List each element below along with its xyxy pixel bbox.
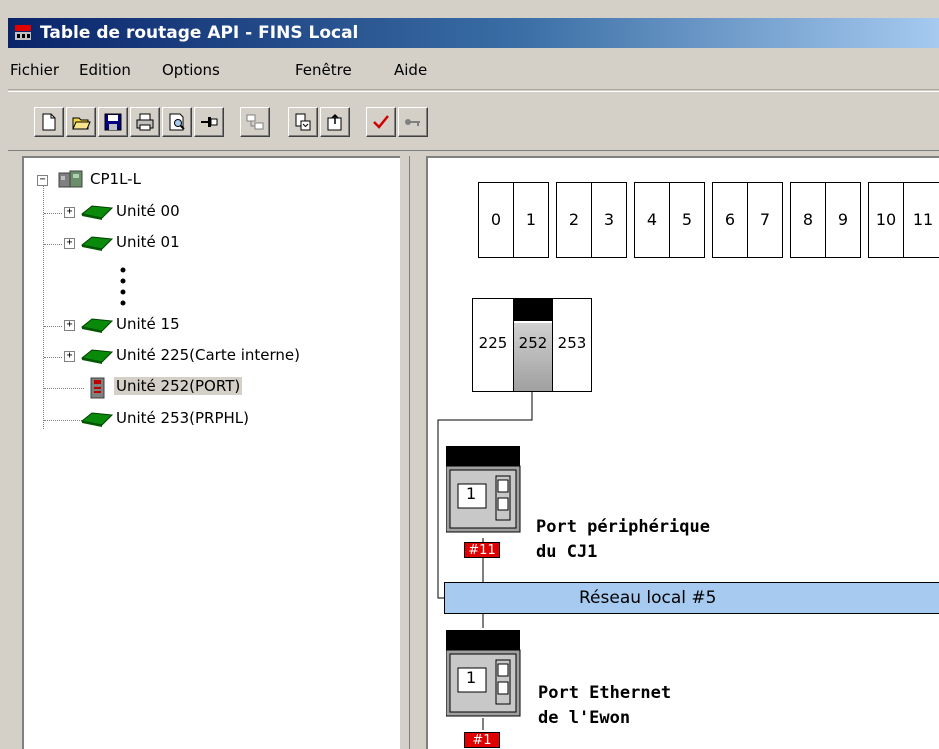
tree-line bbox=[44, 420, 84, 421]
tree-line bbox=[43, 181, 44, 429]
menu-aide[interactable]: Aide bbox=[394, 61, 427, 79]
app-icon[interactable] bbox=[14, 24, 32, 42]
tree-item-unite-15[interactable]: Unité 15 bbox=[116, 315, 180, 333]
ellipsis-icon bbox=[120, 267, 126, 306]
new-file-icon bbox=[42, 113, 56, 131]
menu-edition[interactable]: Edition bbox=[79, 61, 131, 79]
plc-bottom-label-2: de l'Ewon bbox=[538, 708, 631, 728]
save-icon bbox=[104, 113, 122, 131]
open-folder-icon bbox=[72, 117, 91, 130]
splitter-line bbox=[409, 156, 410, 749]
unit-icon bbox=[80, 412, 114, 427]
tree-line bbox=[44, 388, 84, 389]
window-title: Table de routage API - FINS Local bbox=[40, 23, 359, 43]
tree-item-unite-00[interactable]: Unité 00 bbox=[116, 202, 180, 220]
transfer-icon bbox=[246, 114, 264, 130]
download-icon bbox=[327, 113, 342, 131]
menu-bar: Fichier Edition Options Fenêtre Aide bbox=[8, 50, 939, 90]
upload-button[interactable] bbox=[288, 107, 318, 137]
port-icon bbox=[90, 377, 105, 399]
tree-item-unite-252[interactable]: Unité 252(PORT) bbox=[114, 377, 243, 395]
upload-icon bbox=[295, 113, 311, 131]
verify-button[interactable] bbox=[366, 107, 396, 137]
tree-line bbox=[44, 213, 62, 214]
tree-item-unite-225[interactable]: Unité 225(Carte interne) bbox=[116, 346, 300, 364]
key-button[interactable] bbox=[398, 107, 428, 137]
open-button[interactable] bbox=[66, 107, 96, 137]
unit-icon bbox=[80, 205, 114, 220]
expand-icon[interactable]: + bbox=[64, 207, 75, 218]
save-button[interactable] bbox=[98, 107, 128, 137]
plc-top-label-1: Port périphérique bbox=[536, 517, 710, 537]
menu-fenetre[interactable]: Fenêtre bbox=[295, 61, 352, 79]
key-icon bbox=[405, 119, 420, 126]
tree-view[interactable]: − CP1L-L + Unité 00 + Unité 01 + Unité 1… bbox=[22, 156, 400, 749]
plc-bottom-slot: 1 bbox=[466, 668, 477, 687]
transfer-button[interactable] bbox=[240, 107, 270, 137]
print-preview-button[interactable] bbox=[162, 107, 192, 137]
menu-fichier[interactable]: Fichier bbox=[10, 61, 59, 79]
routing-diagram[interactable]: 0 1 2 3 4 5 6 7 8 9 10 11 225 252 253 1 … bbox=[426, 156, 939, 749]
plc-bottom-badge: #1 bbox=[464, 732, 500, 748]
unit-icon bbox=[80, 349, 114, 364]
tree-line bbox=[44, 357, 62, 358]
plc-top-label-2: du CJ1 bbox=[536, 542, 598, 562]
pin-icon bbox=[201, 117, 218, 127]
collapse-icon[interactable]: − bbox=[37, 175, 48, 186]
tree-item-unite-01[interactable]: Unité 01 bbox=[116, 233, 180, 251]
pin-button[interactable] bbox=[194, 107, 224, 137]
tree-root-label[interactable]: CP1L-L bbox=[90, 170, 141, 188]
plc-top-badge: #11 bbox=[464, 542, 500, 558]
new-button[interactable] bbox=[34, 107, 64, 137]
plc-bottom-icon[interactable] bbox=[446, 630, 522, 718]
tree-line bbox=[44, 244, 62, 245]
menu-options[interactable]: Options bbox=[162, 61, 220, 79]
expand-icon[interactable]: + bbox=[64, 351, 75, 362]
print-preview-icon bbox=[169, 113, 185, 131]
title-bar: Table de routage API - FINS Local bbox=[8, 18, 939, 48]
toolbar bbox=[8, 91, 939, 151]
plc-top-slot: 1 bbox=[466, 484, 477, 503]
print-icon bbox=[136, 113, 154, 131]
pane-splitter[interactable] bbox=[400, 156, 426, 749]
check-icon bbox=[373, 115, 389, 129]
tree-item-unite-253[interactable]: Unité 253(PRPHL) bbox=[116, 409, 249, 427]
unit-icon bbox=[80, 318, 114, 333]
network-bar[interactable]: Réseau local #5 bbox=[444, 582, 939, 614]
plc-bottom-label-1: Port Ethernet bbox=[538, 683, 672, 703]
expand-icon[interactable]: + bbox=[64, 238, 75, 249]
tree-line bbox=[44, 326, 62, 327]
plc-icon bbox=[58, 170, 83, 188]
download-button[interactable] bbox=[320, 107, 350, 137]
unit-icon bbox=[80, 236, 114, 251]
expand-icon[interactable]: + bbox=[64, 320, 75, 331]
print-button[interactable] bbox=[130, 107, 160, 137]
plc-top-icon[interactable] bbox=[446, 446, 522, 534]
